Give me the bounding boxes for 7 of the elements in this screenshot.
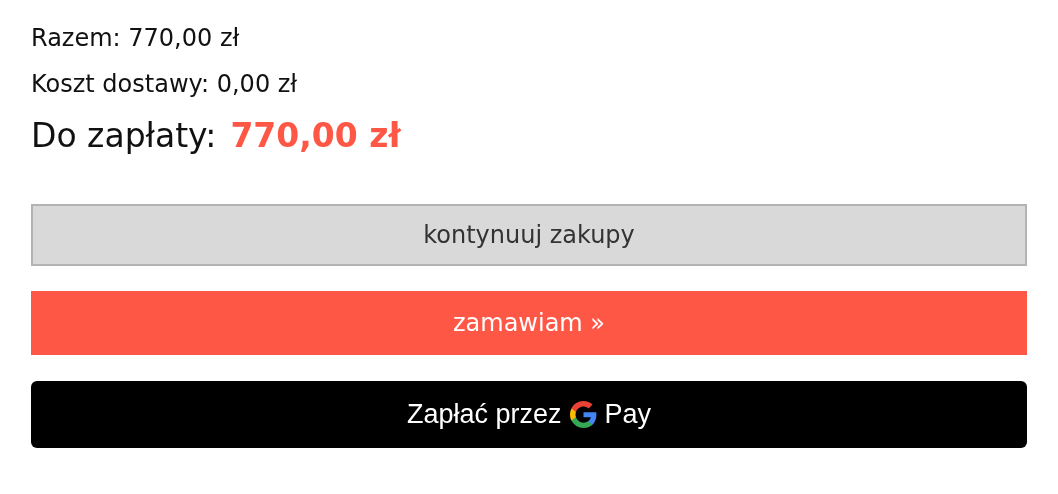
summary-line: Koszt dostawy: 0,00 zł	[31, 69, 299, 100]
summary-line: Razem: 770,00 zł	[31, 23, 241, 54]
total-amount: 770,00 zł	[230, 115, 401, 157]
google-g-icon	[569, 401, 597, 428]
total-label: Do zapłaty:	[31, 115, 217, 157]
google-pay-button[interactable]: Zapłać przez Pay	[31, 381, 1027, 448]
continue-shopping-button[interactable]: kontynuuj zakupy	[31, 204, 1027, 266]
